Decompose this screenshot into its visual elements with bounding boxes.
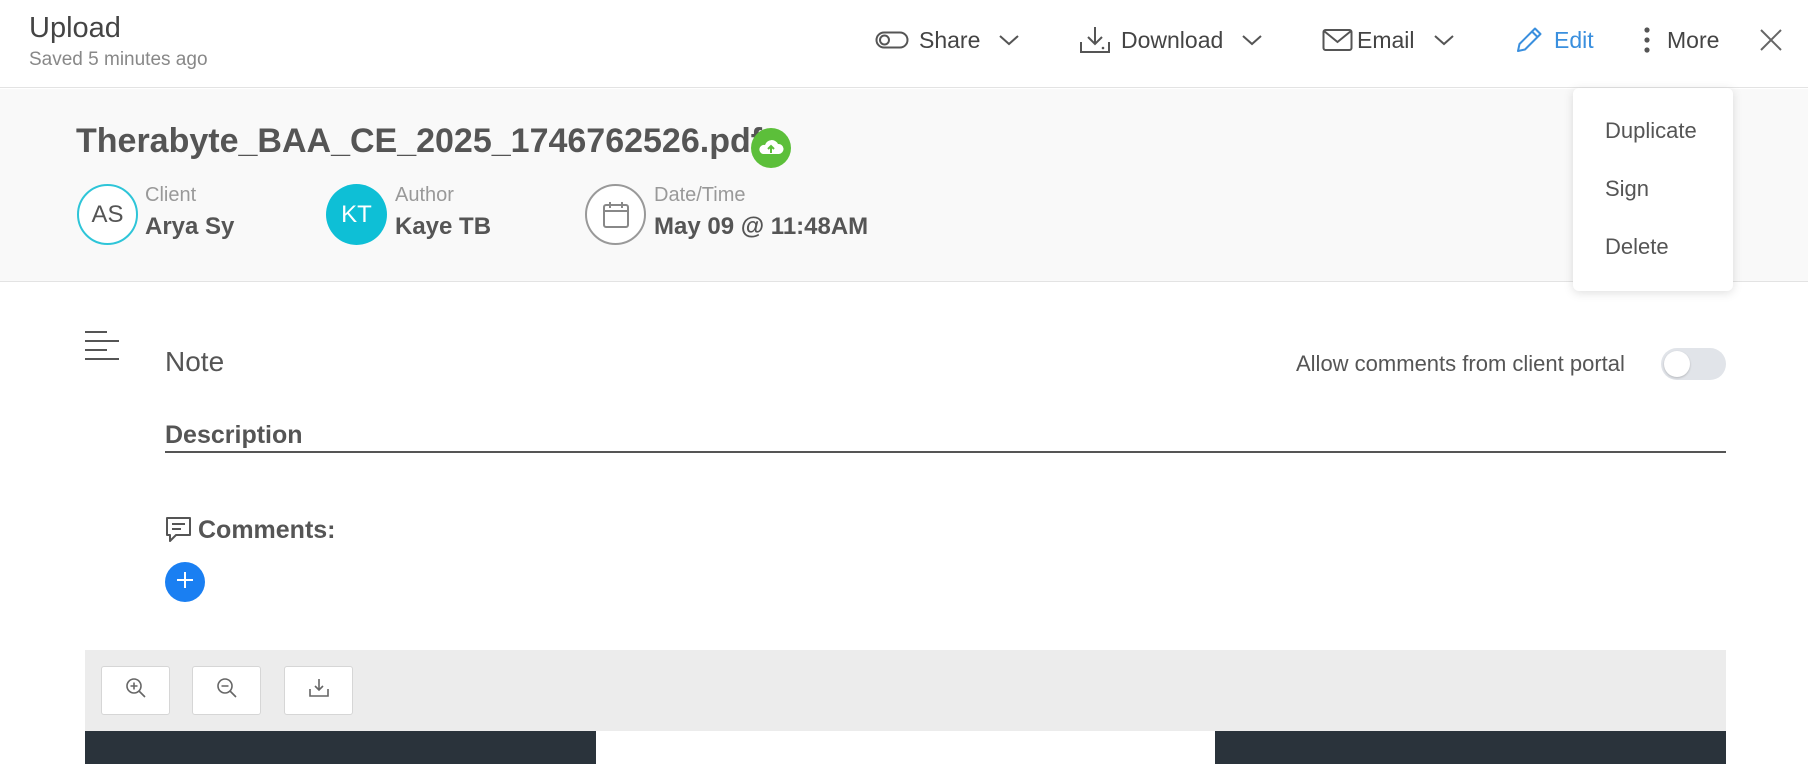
document-page[interactable] [596,731,1215,764]
email-label: Email [1357,26,1415,53]
pdf-viewer [85,650,1726,764]
description-label: Description [165,421,303,449]
plus-icon [176,571,194,594]
comments-label: Comments: [198,516,336,544]
edit-label: Edit [1554,26,1594,53]
allow-comments-toggle[interactable] [1661,348,1726,380]
chevron-down-icon [1241,33,1263,47]
zoom-out-button[interactable] [192,666,261,715]
chevron-down-icon [998,33,1020,47]
download-label: Download [1121,26,1224,53]
share-label: Share [919,26,981,53]
client-avatar: AS [77,184,138,245]
menu-item-delete[interactable]: Delete [1605,234,1669,260]
description-divider [165,451,1726,453]
allow-comments-label: Allow comments from client portal [1296,351,1625,376]
mail-icon [1322,28,1353,52]
toggle-icon [875,29,909,51]
viewer-download-button[interactable] [284,666,353,715]
edit-button[interactable]: Edit [1514,22,1594,58]
add-comment-button[interactable] [165,562,205,602]
client-name: Arya Sy [145,213,235,240]
calendar-icon [585,184,646,245]
email-button[interactable]: Email [1322,22,1455,58]
note-title: Note [165,346,225,377]
pencil-icon [1514,25,1544,55]
more-button[interactable]: More [1641,22,1719,58]
download-icon [308,677,330,704]
datetime-label: Date/Time [654,184,746,206]
zoom-in-button[interactable] [101,666,170,715]
close-button[interactable] [1759,22,1783,58]
lines-icon [84,330,120,369]
toggle-knob [1664,351,1690,377]
client-label: Client [145,184,197,206]
kebab-icon [1641,25,1653,55]
datetime-value: May 09 @ 11:48AM [654,213,869,240]
download-icon [1079,25,1111,55]
author-name: Kaye TB [395,213,492,240]
file-name: Therabyte_BAA_CE_2025_1746762526.pdf [76,122,763,160]
comment-icon [165,516,192,549]
author-label: Author [395,184,454,206]
document-page-right-margin [1215,731,1726,764]
more-label: More [1667,26,1720,53]
cloud-upload-icon [751,128,791,168]
menu-item-sign[interactable]: Sign [1605,176,1649,202]
more-menu: Duplicate Sign Delete [1573,88,1733,291]
top-bar: Upload Saved 5 minutes ago Share Downloa… [0,0,1808,88]
page-title: Upload [29,12,121,44]
save-status: Saved 5 minutes ago [29,49,208,70]
author-avatar: KT [326,184,387,245]
close-icon [1759,28,1783,52]
zoom-in-icon [125,677,147,704]
download-button[interactable]: Download [1079,22,1263,58]
chevron-down-icon [1433,33,1455,47]
zoom-out-icon [216,677,238,704]
share-button[interactable]: Share [875,22,1020,58]
menu-item-duplicate[interactable]: Duplicate [1605,118,1697,144]
document-info-panel [0,89,1808,282]
document-page-left-margin [85,731,596,764]
